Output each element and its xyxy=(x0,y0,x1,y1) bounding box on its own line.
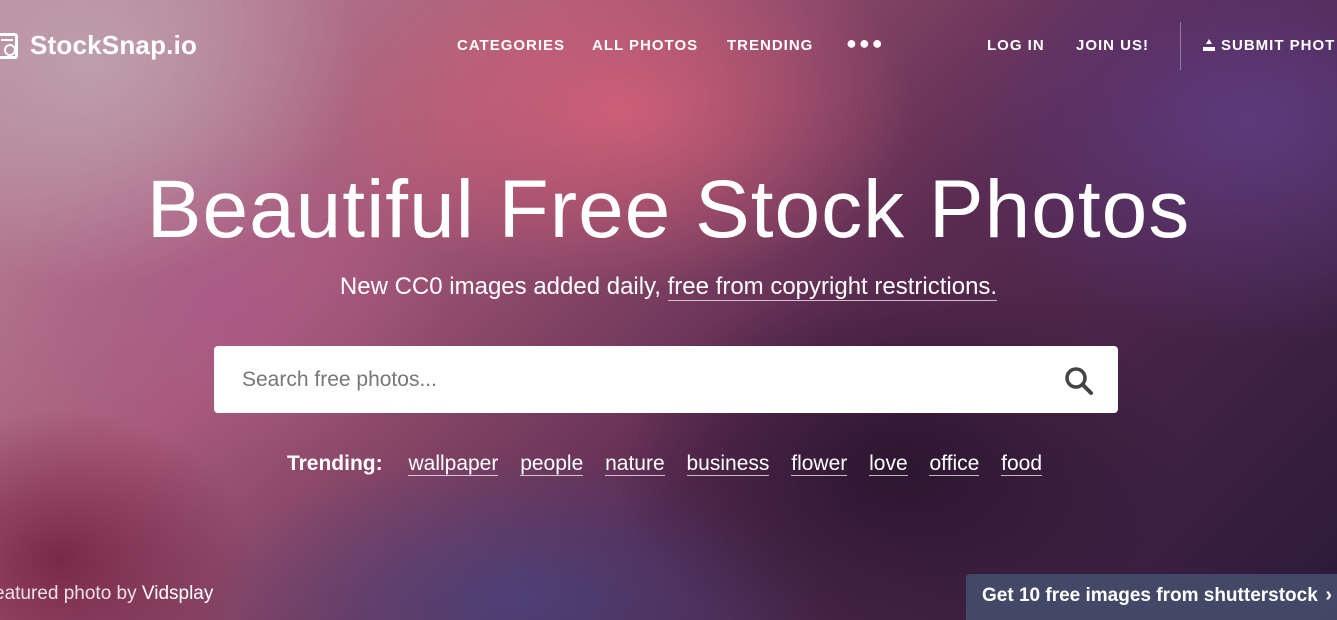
search-icon[interactable] xyxy=(1064,366,1094,396)
trending-tag-love[interactable]: love xyxy=(869,452,908,476)
nav-categories-link[interactable]: CATEGORIES xyxy=(457,37,565,54)
camera-icon xyxy=(0,32,18,59)
logo-text: StockSnap.io xyxy=(30,30,198,60)
featured-prefix: eatured photo by xyxy=(0,583,137,604)
top-navigation: StockSnap.io CATEGORIES ALL PHOTOS TREND… xyxy=(0,0,1337,90)
trending-tag-wallpaper[interactable]: wallpaper xyxy=(408,452,499,476)
shutterstock-promo-button[interactable]: Get 10 free images from shutterstock › xyxy=(966,574,1337,620)
submit-photo-link[interactable]: SUBMIT PHOT xyxy=(1203,37,1335,54)
copyright-link[interactable]: free from copyright restrictions. xyxy=(667,273,998,301)
trending-tag-flower[interactable]: flower xyxy=(791,452,848,476)
hero-background xyxy=(0,0,1337,620)
trending-tag-office[interactable]: office xyxy=(929,452,980,476)
nav-all-photos-link[interactable]: ALL PHOTOS xyxy=(592,37,698,54)
trending-tag-food[interactable]: food xyxy=(1001,452,1043,476)
search-bar xyxy=(214,346,1118,413)
nav-trending-link[interactable]: TRENDING xyxy=(727,37,813,54)
site-logo[interactable]: StockSnap.io xyxy=(0,30,197,61)
subtitle-text: New CC0 images added daily, xyxy=(339,273,661,300)
trending-tags: Trending: wallpaper people nature busine… xyxy=(0,452,1337,476)
trending-tag-nature[interactable]: nature xyxy=(605,452,665,476)
hero-title: Beautiful Free Stock Photos xyxy=(146,164,1191,255)
chevron-right-icon: › xyxy=(1325,584,1332,606)
upload-icon xyxy=(1203,39,1215,51)
trending-tag-business[interactable]: business xyxy=(686,452,770,476)
trending-tag-people[interactable]: people xyxy=(520,452,584,476)
ellipsis-icon[interactable]: ●●● xyxy=(846,33,885,54)
promo-text: Get 10 free images from shutterstock xyxy=(982,585,1318,606)
featured-author-link[interactable]: Vidsplay xyxy=(142,583,213,604)
featured-photo-credit: eatured photo by Vidsplay xyxy=(0,583,213,605)
nav-divider xyxy=(1180,22,1181,70)
login-link[interactable]: LOG IN xyxy=(987,37,1045,54)
hero-subtitle: New CC0 images added daily, free from co… xyxy=(0,271,1337,303)
join-link[interactable]: JOIN US! xyxy=(1076,37,1149,54)
submit-label: SUBMIT PHOT xyxy=(1221,37,1336,54)
search-input[interactable] xyxy=(214,348,1064,411)
trending-label: Trending: xyxy=(286,452,383,475)
